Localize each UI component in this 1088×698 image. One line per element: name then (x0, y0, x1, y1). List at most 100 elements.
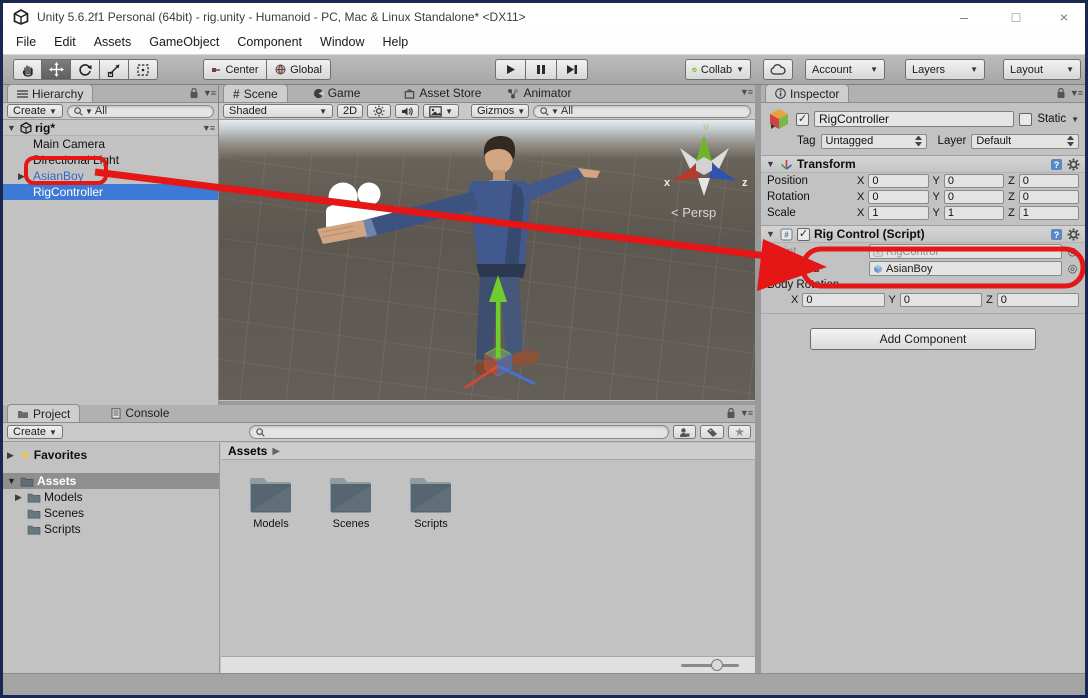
collab-button[interactable]: Collab▼ (685, 59, 751, 80)
asset-folder-scenes[interactable]: Scenes (325, 474, 377, 530)
rotation-x-field[interactable]: 0 (868, 190, 928, 204)
hierarchy-item-rigcontroller[interactable]: RigController (3, 184, 218, 200)
pivot-global-button[interactable]: Global (267, 59, 331, 80)
hierarchy-item-asianboy[interactable]: ▶AsianBoy (3, 168, 218, 184)
body-rotation-y-field[interactable]: 0 (900, 293, 982, 307)
lock-icon[interactable] (1056, 87, 1066, 99)
tree-scenes[interactable]: Scenes (3, 505, 219, 521)
character-asianboy[interactable] (307, 128, 607, 400)
minimize-button[interactable]: – (947, 3, 981, 30)
scene-viewport[interactable]: y x z < Persp (219, 120, 755, 400)
menu-file[interactable]: File (7, 31, 45, 53)
hierarchy-search-input[interactable]: ▼All (67, 105, 214, 118)
rotation-y-field[interactable]: 0 (944, 190, 1004, 204)
scene-search-input[interactable]: ▼All (533, 105, 751, 118)
tab-game[interactable]: Game (304, 84, 370, 102)
orientation-gizmo[interactable]: y x z (659, 120, 751, 210)
hierarchy-create-button[interactable]: Create▼ (7, 104, 63, 118)
add-component-button[interactable]: Add Component (810, 328, 1036, 350)
hierarchy-item-main-camera[interactable]: Main Camera (3, 136, 218, 152)
tab-scene[interactable]: #Scene (223, 84, 288, 102)
position-y-field[interactable]: 0 (944, 174, 1004, 188)
move-tool-button[interactable] (42, 59, 71, 80)
name-field[interactable]: RigController (814, 111, 1014, 127)
perspective-label[interactable]: < Persp (671, 205, 716, 220)
component-enabled-checkbox[interactable]: ✓ (797, 228, 810, 241)
lighting-toggle-button[interactable] (367, 104, 391, 118)
asset-folder-models[interactable]: Models (245, 474, 297, 530)
rotation-z-field[interactable]: 0 (1019, 190, 1079, 204)
panel-menu-icon[interactable]: ▼≡ (740, 87, 752, 97)
menu-component[interactable]: Component (228, 31, 311, 53)
gear-icon[interactable] (1067, 228, 1080, 241)
transform-component-header[interactable]: ▼ Transform ? (761, 155, 1085, 173)
scale-y-field[interactable]: 1 (944, 206, 1004, 220)
menu-edit[interactable]: Edit (45, 31, 85, 53)
maximize-button[interactable]: □ (999, 3, 1033, 30)
object-picker-icon[interactable]: ◎ (1066, 262, 1079, 275)
hand-tool-button[interactable] (13, 59, 42, 80)
foldout-icon[interactable]: ▼ (766, 159, 776, 169)
panel-menu-icon[interactable]: ▼≡ (203, 88, 215, 98)
scale-x-field[interactable]: 1 (868, 206, 928, 220)
lock-icon[interactable] (726, 407, 736, 419)
account-dropdown[interactable]: Account▼ (805, 59, 885, 80)
object-picker-icon[interactable]: ◎ (1066, 245, 1079, 258)
thumbnail-zoom-slider[interactable] (681, 664, 739, 667)
active-checkbox[interactable]: ✓ (796, 113, 809, 126)
play-button[interactable] (495, 59, 526, 80)
rig-control-component-header[interactable]: ▼ # ✓ Rig Control (Script) ? (761, 225, 1085, 243)
audio-toggle-button[interactable] (395, 104, 419, 118)
rotate-tool-button[interactable] (71, 59, 100, 80)
menu-help[interactable]: Help (373, 31, 417, 53)
script-object-field[interactable]: #RigControl (869, 244, 1062, 259)
title-bar[interactable]: Unity 5.6.2f1 Personal (64bit) - rig.uni… (3, 3, 1085, 30)
gizmos-dropdown[interactable]: Gizmos▼ (471, 104, 529, 118)
search-by-type-button[interactable] (673, 425, 696, 439)
tab-hierarchy[interactable]: Hierarchy (7, 84, 93, 102)
static-dropdown-icon[interactable]: ▼ (1071, 115, 1079, 124)
pause-button[interactable] (526, 59, 557, 80)
scale-z-field[interactable]: 1 (1019, 206, 1079, 220)
2d-toggle-button[interactable]: 2D (337, 104, 363, 118)
expand-icon[interactable]: ▶ (18, 171, 28, 182)
position-x-field[interactable]: 0 (868, 174, 928, 188)
rect-tool-button[interactable] (129, 59, 158, 80)
tree-favorites[interactable]: ▶★Favorites (3, 447, 219, 463)
tag-dropdown[interactable]: Untagged (821, 134, 927, 149)
menu-assets[interactable]: Assets (85, 31, 141, 53)
humanoid-object-field[interactable]: AsianBoy (869, 261, 1062, 276)
menu-window[interactable]: Window (311, 31, 373, 53)
tab-console[interactable]: Console (102, 404, 178, 422)
cloud-button[interactable] (763, 59, 793, 80)
layer-dropdown[interactable]: Default (971, 134, 1079, 149)
position-z-field[interactable]: 0 (1019, 174, 1079, 188)
shading-mode-dropdown[interactable]: Shaded▼ (223, 104, 333, 118)
foldout-icon[interactable]: ▼ (766, 229, 776, 239)
project-search-input[interactable] (249, 425, 669, 439)
menu-gameobject[interactable]: GameObject (140, 31, 228, 53)
breadcrumb[interactable]: Assets▶ (221, 443, 755, 460)
effects-dropdown-button[interactable]: ▼ (423, 104, 459, 118)
scene-menu-icon[interactable]: ▼≡ (202, 123, 214, 133)
pivot-center-button[interactable]: Center (203, 59, 267, 80)
panel-menu-icon[interactable]: ▼≡ (740, 408, 752, 418)
scale-tool-button[interactable] (100, 59, 129, 80)
search-by-label-button[interactable] (700, 425, 724, 439)
project-create-button[interactable]: Create▼ (7, 425, 63, 439)
help-icon[interactable]: ? (1050, 228, 1063, 241)
asset-folder-scripts[interactable]: Scripts (405, 474, 457, 530)
tab-inspector[interactable]: Inspector (765, 84, 849, 102)
tree-assets-root[interactable]: ▼Assets (3, 473, 219, 489)
close-button[interactable]: × (1047, 3, 1081, 30)
tab-project[interactable]: Project (7, 404, 80, 422)
static-checkbox[interactable] (1019, 113, 1032, 126)
scene-header-row[interactable]: ▼ rig* ▼≡ (3, 120, 218, 136)
help-icon[interactable]: ? (1050, 158, 1063, 171)
foldout-icon[interactable]: ▼ (7, 123, 17, 133)
hierarchy-item-directional-light[interactable]: Directional Light (3, 152, 218, 168)
body-rotation-x-field[interactable]: 0 (802, 293, 884, 307)
layout-dropdown[interactable]: Layout▼ (1003, 59, 1081, 80)
tree-scripts[interactable]: Scripts (3, 521, 219, 537)
tab-asset-store[interactable]: Asset Store (395, 84, 490, 102)
